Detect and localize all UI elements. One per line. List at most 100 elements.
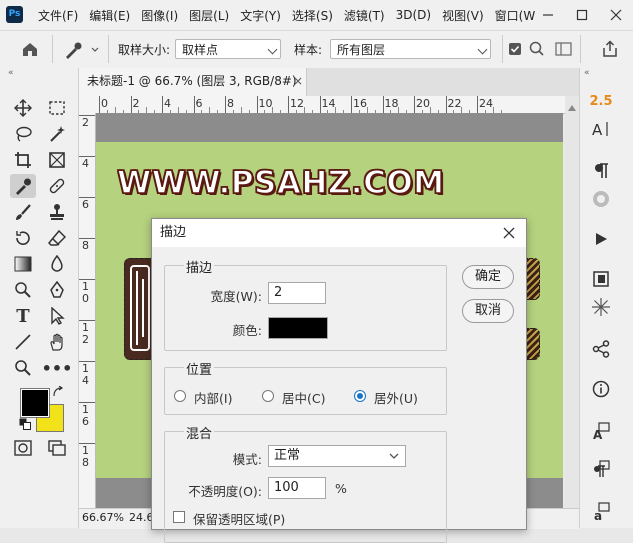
dodge-tool-icon[interactable]	[10, 278, 36, 302]
libraries-panel-icon[interactable]	[580, 186, 622, 212]
character-styles-icon[interactable]: A	[580, 418, 622, 444]
more-tools-icon[interactable]: •••	[42, 356, 73, 380]
history-brush-tool-icon[interactable]	[10, 226, 36, 250]
paragraph-styles-icon[interactable]	[580, 456, 622, 482]
opacity-input[interactable]: 100	[268, 477, 326, 499]
frame-tool-icon[interactable]	[44, 148, 70, 172]
screen-mode-icon[interactable]	[44, 436, 70, 460]
ruler-tick	[351, 96, 352, 113]
share-button[interactable]	[600, 39, 620, 59]
position-inside-label[interactable]: 内部(I)	[194, 388, 232, 407]
scroll-up-icon[interactable]	[568, 100, 576, 111]
brushes-panel-icon[interactable]	[580, 294, 622, 320]
swap-colors-icon[interactable]	[52, 385, 64, 401]
search-button[interactable]	[528, 40, 546, 58]
preserve-transparency-label[interactable]: 保留透明区域(P)	[193, 509, 285, 528]
width-input[interactable]: 2	[268, 282, 326, 304]
blur-tool-icon[interactable]	[44, 252, 70, 276]
workspace-button[interactable]	[555, 41, 573, 57]
glyphs-panel-icon[interactable]: a	[580, 498, 622, 524]
menu-window[interactable]: 窗口(W	[495, 7, 536, 24]
hand-tool-icon[interactable]	[44, 330, 70, 354]
sample-select[interactable]: 所有图层	[330, 39, 491, 59]
ruler-tick-label: 4	[82, 157, 89, 170]
menu-view[interactable]: 视图(V)	[442, 7, 484, 24]
default-colors-icon[interactable]	[19, 418, 31, 433]
menu-file[interactable]: 文件(F)	[38, 7, 78, 24]
history-panel-icon[interactable]	[580, 266, 622, 292]
move-tool-icon[interactable]	[10, 96, 36, 120]
actions-play-icon[interactable]	[580, 226, 622, 252]
character-size-icon[interactable]: 2.5	[580, 88, 622, 114]
line-tool-icon[interactable]	[10, 330, 36, 354]
pen-tool-icon[interactable]	[44, 278, 70, 302]
marquee-tool-icon[interactable]	[44, 96, 70, 120]
foreground-color-swatch[interactable]	[20, 388, 50, 418]
stroke-color-swatch[interactable]	[268, 317, 328, 339]
menu-filter[interactable]: 滤镜(T)	[344, 7, 385, 24]
ok-button[interactable]: 确定	[462, 265, 514, 289]
document-tab[interactable]: 未标题-1 @ 66.7% (图层 3, RGB/8#) * ×	[79, 68, 307, 114]
zoom-level[interactable]: 66.67%	[82, 509, 124, 527]
menu-select[interactable]: 选择(S)	[292, 7, 333, 24]
eraser-tool-icon[interactable]	[44, 226, 70, 250]
character-panel-icon[interactable]: A	[580, 116, 622, 142]
ruler-tick	[256, 96, 258, 113]
menu-type[interactable]: 文字(Y)	[240, 7, 281, 24]
cancel-button[interactable]: 取消	[462, 299, 514, 323]
menu-edit[interactable]: 编辑(E)	[89, 7, 130, 24]
ruler-tick	[288, 96, 289, 113]
ruler-tick	[79, 156, 95, 157]
menu-layer[interactable]: 图层(L)	[189, 7, 229, 24]
show-sampling-ring-checkbox[interactable]	[509, 43, 521, 55]
vertical-scrollbar[interactable]	[565, 96, 579, 508]
document-info[interactable]: 24.6	[129, 509, 154, 527]
eyedropper-tool-icon[interactable]	[10, 174, 36, 198]
dialog-close-button[interactable]	[502, 226, 516, 240]
expand-panels-icon[interactable]: «	[584, 68, 590, 78]
menu-3d[interactable]: 3D(D)	[396, 8, 431, 22]
vertical-ruler[interactable]: 2 4 6 8 1 0 1 2 1 4 1 6 1 8	[79, 113, 96, 508]
ruler-tick	[319, 96, 321, 113]
ruler-tick	[79, 361, 95, 362]
info-panel-icon[interactable]	[580, 376, 622, 402]
menu-image[interactable]: 图像(I)	[141, 7, 178, 24]
position-outside-label[interactable]: 居外(U)	[374, 388, 418, 407]
ruler-tick-label: 1 2	[82, 321, 89, 346]
ruler-tick-label: 1 8	[82, 444, 89, 469]
quick-mask-icon[interactable]	[10, 436, 36, 460]
close-tab-icon[interactable]: ×	[293, 68, 303, 94]
maximize-button[interactable]	[565, 0, 599, 30]
position-inside-radio[interactable]	[174, 390, 186, 402]
magic-wand-tool-icon[interactable]	[44, 122, 70, 146]
ruler-tick-label: 1 0	[82, 280, 89, 305]
tool-preset-picker[interactable]	[62, 39, 102, 61]
home-button[interactable]	[20, 40, 42, 60]
healing-brush-tool-icon[interactable]	[44, 174, 70, 198]
brush-tool-icon[interactable]	[10, 200, 36, 224]
crop-tool-icon[interactable]	[10, 148, 36, 172]
cc-libraries-icon[interactable]	[580, 336, 622, 362]
ruler-tick-label: 6	[195, 97, 203, 110]
paragraph-panel-icon[interactable]	[580, 158, 622, 184]
ruler-tick-label: 24	[479, 97, 493, 110]
position-center-label[interactable]: 居中(C)	[282, 388, 325, 407]
horizontal-ruler[interactable]: 0 2 4 6 8 10 12 14 16 18 20 22 24	[95, 96, 565, 114]
close-window-button[interactable]	[599, 0, 633, 30]
stamp-tool-icon[interactable]	[44, 200, 70, 224]
type-tool-icon[interactable]: T	[10, 304, 36, 328]
ruler-tick	[99, 96, 100, 113]
preserve-transparency-checkbox[interactable]	[173, 511, 185, 523]
gradient-tool-icon[interactable]	[10, 252, 36, 276]
position-outside-radio[interactable]	[354, 390, 366, 402]
mode-select[interactable]: 正常	[268, 445, 406, 467]
path-selection-tool-icon[interactable]	[44, 304, 70, 328]
position-center-radio[interactable]	[262, 390, 274, 402]
sample-size-select[interactable]: 取样点	[175, 39, 281, 59]
zoom-tool-icon[interactable]	[10, 356, 36, 380]
ruler-tick-label: 6	[82, 198, 89, 211]
lasso-tool-icon[interactable]	[10, 122, 36, 146]
collapse-icon[interactable]: «	[8, 68, 14, 78]
minimize-button[interactable]	[531, 0, 565, 30]
ruler-tick-label: 14	[321, 97, 336, 110]
